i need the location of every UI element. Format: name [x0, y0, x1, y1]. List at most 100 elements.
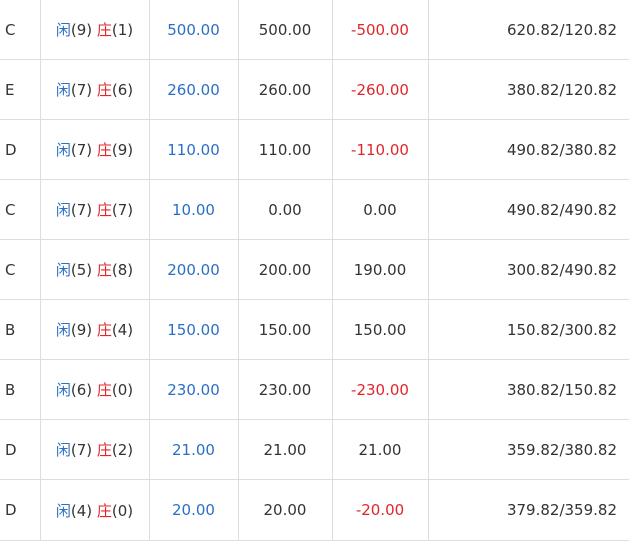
banker-label: 庄 [96, 441, 112, 459]
bet-amount-cell: 500.00 [149, 0, 239, 60]
balance-cell: 379.82/359.82 [428, 479, 629, 541]
table-row: C 闲(9) 庄(1) 500.00 500.00 -500.00 620.82… [0, 0, 629, 60]
win-loss-cell: -110.00 [332, 119, 429, 180]
bet-type-cell: E [0, 59, 41, 120]
player-label: 闲 [55, 381, 71, 399]
banker-score: (2) [111, 441, 134, 459]
win-loss-cell: -20.00 [332, 479, 429, 541]
table-row: C 闲(7) 庄(7) 10.00 0.00 0.00 490.82/490.8… [0, 179, 629, 240]
valid-bet-cell: 200.00 [238, 239, 333, 300]
win-loss-cell: 0.00 [332, 179, 429, 240]
table-row: B 闲(9) 庄(4) 150.00 150.00 150.00 150.82/… [0, 299, 629, 360]
player-label: 闲 [55, 501, 71, 520]
bet-amount-cell: 110.00 [149, 119, 239, 180]
bet-type-cell: C [0, 179, 41, 240]
balance-cell: 380.82/150.82 [428, 359, 629, 420]
player-label: 闲 [55, 441, 71, 459]
win-loss-cell: -230.00 [332, 359, 429, 420]
bet-type-cell: B [0, 359, 41, 420]
bet-records-body: C 闲(9) 庄(1) 500.00 500.00 -500.00 620.82… [0, 0, 629, 541]
player-score: (7) [70, 441, 93, 459]
result-cell: 闲(9) 庄(1) [40, 0, 150, 60]
bet-type-cell: D [0, 419, 41, 480]
result-cell: 闲(7) 庄(9) [40, 119, 150, 180]
valid-bet-cell: 500.00 [238, 0, 333, 60]
player-score: (6) [70, 381, 93, 399]
balance-cell: 620.82/120.82 [428, 0, 629, 60]
player-label: 闲 [55, 321, 71, 339]
win-loss-cell: -500.00 [332, 0, 429, 60]
table-row: C 闲(5) 庄(8) 200.00 200.00 190.00 300.82/… [0, 239, 629, 300]
banker-label: 庄 [96, 81, 112, 99]
result-cell: 闲(4) 庄(0) [40, 479, 150, 541]
bet-type-cell: C [0, 0, 41, 60]
valid-bet-cell: 260.00 [238, 59, 333, 120]
banker-label: 庄 [96, 21, 112, 39]
table-row: D 闲(7) 庄(9) 110.00 110.00 -110.00 490.82… [0, 119, 629, 180]
banker-score: (7) [111, 201, 134, 219]
win-loss-cell: 190.00 [332, 239, 429, 300]
table-row: D 闲(4) 庄(0) 20.00 20.00 -20.00 379.82/35… [0, 479, 629, 541]
result-cell: 闲(7) 庄(6) [40, 59, 150, 120]
bet-type-cell: B [0, 299, 41, 360]
table-row: D 闲(7) 庄(2) 21.00 21.00 21.00 359.82/380… [0, 419, 629, 480]
valid-bet-cell: 20.00 [238, 479, 333, 541]
balance-cell: 150.82/300.82 [428, 299, 629, 360]
banker-label: 庄 [96, 201, 112, 219]
player-score: (5) [70, 261, 93, 279]
bet-type-cell: D [0, 479, 41, 541]
valid-bet-cell: 150.00 [238, 299, 333, 360]
banker-label: 庄 [96, 261, 112, 279]
bet-amount-cell: 20.00 [149, 479, 239, 541]
player-label: 闲 [55, 141, 71, 159]
valid-bet-cell: 21.00 [238, 419, 333, 480]
player-score: (7) [70, 81, 93, 99]
bet-type-cell: C [0, 239, 41, 300]
player-label: 闲 [55, 81, 71, 99]
banker-score: (1) [111, 21, 134, 39]
player-score: (7) [70, 141, 93, 159]
player-label: 闲 [55, 21, 71, 39]
balance-cell: 380.82/120.82 [428, 59, 629, 120]
bet-records-panel: C 闲(9) 庄(1) 500.00 500.00 -500.00 620.82… [0, 0, 633, 545]
banker-score: (0) [111, 381, 134, 399]
banker-score: (4) [111, 321, 134, 339]
banker-label: 庄 [96, 501, 112, 520]
bet-amount-cell: 21.00 [149, 419, 239, 480]
result-cell: 闲(6) 庄(0) [40, 359, 150, 420]
win-loss-cell: -260.00 [332, 59, 429, 120]
win-loss-cell: 21.00 [332, 419, 429, 480]
table-row: B 闲(6) 庄(0) 230.00 230.00 -230.00 380.82… [0, 359, 629, 420]
banker-label: 庄 [96, 141, 112, 159]
player-score: (9) [70, 321, 93, 339]
result-cell: 闲(7) 庄(2) [40, 419, 150, 480]
result-cell: 闲(5) 庄(8) [40, 239, 150, 300]
bet-records-table: C 闲(9) 庄(1) 500.00 500.00 -500.00 620.82… [0, 0, 629, 541]
bet-amount-cell: 150.00 [149, 299, 239, 360]
player-label: 闲 [55, 261, 71, 279]
balance-cell: 359.82/380.82 [428, 419, 629, 480]
player-label: 闲 [55, 201, 71, 219]
player-score: (9) [70, 21, 93, 39]
banker-label: 庄 [96, 381, 112, 399]
banker-score: (0) [111, 501, 134, 520]
banker-score: (8) [111, 261, 134, 279]
banker-label: 庄 [96, 321, 112, 339]
balance-cell: 490.82/490.82 [428, 179, 629, 240]
valid-bet-cell: 110.00 [238, 119, 333, 180]
balance-cell: 490.82/380.82 [428, 119, 629, 180]
balance-cell: 300.82/490.82 [428, 239, 629, 300]
banker-score: (9) [111, 141, 134, 159]
bet-amount-cell: 200.00 [149, 239, 239, 300]
bet-amount-cell: 230.00 [149, 359, 239, 420]
table-row: E 闲(7) 庄(6) 260.00 260.00 -260.00 380.82… [0, 59, 629, 120]
bet-amount-cell: 260.00 [149, 59, 239, 120]
bet-type-cell: D [0, 119, 41, 180]
banker-score: (6) [111, 81, 134, 99]
valid-bet-cell: 230.00 [238, 359, 333, 420]
player-score: (4) [70, 501, 93, 520]
player-score: (7) [70, 201, 93, 219]
result-cell: 闲(9) 庄(4) [40, 299, 150, 360]
valid-bet-cell: 0.00 [238, 179, 333, 240]
result-cell: 闲(7) 庄(7) [40, 179, 150, 240]
